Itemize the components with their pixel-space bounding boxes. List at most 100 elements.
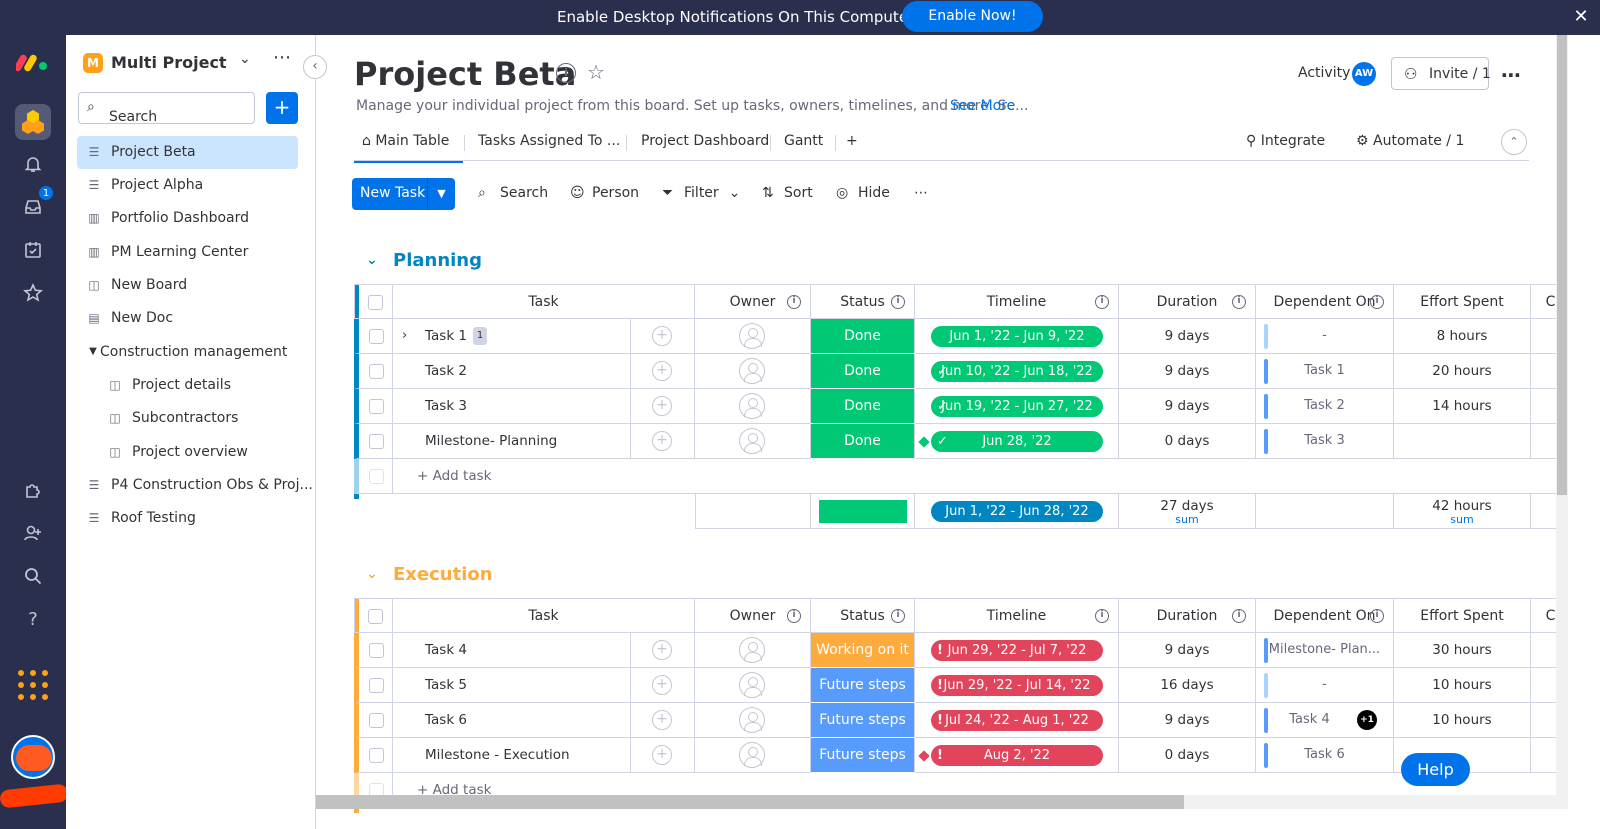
timeline-cell[interactable]: ! Jun 29, '22 - Jul 7, '22 <box>915 633 1119 668</box>
sidebar-item-pm-learning-center[interactable]: ▥ PM Learning Center <box>77 236 298 269</box>
enable-notifications-button[interactable]: Enable Now! <box>902 1 1043 32</box>
tab-gantt[interactable]: Gantt <box>784 133 823 149</box>
add-update-icon[interactable]: + <box>652 675 672 695</box>
see-more-link[interactable]: See More <box>950 98 1015 114</box>
dependent-cell[interactable]: - <box>1256 668 1394 703</box>
info-icon[interactable]: i <box>891 295 905 309</box>
timeline-pill[interactable]: ! Jun 29, '22 - Jul 14, '22 <box>931 675 1103 696</box>
sidebar-item-portfolio-dashboard[interactable]: ▥ Portfolio Dashboard <box>77 202 298 235</box>
effort-cell[interactable]: 10 hours <box>1394 668 1531 703</box>
table-row-task[interactable]: Task 6 <box>393 703 631 738</box>
timeline-pill[interactable]: ✓ Jun 19, '22 - Jun 27, '22 <box>931 396 1103 417</box>
filter-button[interactable]: ⏷ Filter ⌄ <box>662 185 740 201</box>
invite-members-icon[interactable] <box>18 518 48 548</box>
info-icon[interactable]: i <box>1232 295 1246 309</box>
sidebar-folder-construction[interactable]: ▼ Construction management <box>77 336 298 369</box>
timeline-pill[interactable]: ! Jun 29, '22 - Jul 7, '22 <box>931 640 1103 661</box>
column-header-dependent[interactable]: Dependent On i <box>1256 598 1394 633</box>
task-name[interactable]: Milestone- Planning <box>425 433 557 449</box>
timeline-cell[interactable]: Jun 1, '22 - Jun 9, '22 <box>915 319 1119 354</box>
tab-tasks-assigned[interactable]: Tasks Assigned To ... <box>478 133 620 149</box>
update-cell[interactable]: + <box>631 633 695 668</box>
column-header-timeline[interactable]: Timeline i <box>915 598 1119 633</box>
chevron-down-icon[interactable]: ⌄ <box>729 185 741 201</box>
owner-cell[interactable] <box>695 354 811 389</box>
dependent-value[interactable]: - <box>1322 328 1327 343</box>
status-cell[interactable]: Done <box>811 319 915 354</box>
task-name[interactable]: Milestone - Execution <box>425 747 570 763</box>
dependent-value[interactable]: Task 4 <box>1289 712 1329 727</box>
task-name[interactable]: Task 3 <box>425 398 467 414</box>
column-header-status[interactable]: Status i <box>811 284 915 319</box>
add-board-button[interactable]: + <box>266 92 298 124</box>
add-task-label[interactable]: + Add task <box>417 468 491 484</box>
sidebar-item-project-alpha[interactable]: ☰ Project Alpha <box>77 169 298 202</box>
row-checkbox[interactable] <box>369 399 384 414</box>
star-icon[interactable]: ☆ <box>587 60 605 84</box>
dependent-cell[interactable]: Task 3 <box>1256 424 1394 459</box>
effort-cell[interactable] <box>1394 424 1531 459</box>
tab-main-table[interactable]: ⌂ Main Table <box>353 133 464 163</box>
table-row-task[interactable]: Task 4 <box>393 633 631 668</box>
info-icon[interactable]: i <box>556 63 576 83</box>
person-filter-button[interactable]: ☺ Person <box>570 185 639 201</box>
chevron-down-icon[interactable]: ⌄ <box>366 252 378 268</box>
effort-cell[interactable]: 10 hours <box>1394 703 1531 738</box>
help-question-icon[interactable]: ? <box>18 604 48 634</box>
favorites-star-icon[interactable] <box>18 278 48 308</box>
column-header-effort[interactable]: Effort Spent <box>1394 284 1531 319</box>
info-icon[interactable]: i <box>1370 295 1384 309</box>
timeline-cell[interactable]: ! Aug 2, '22 <box>915 738 1119 773</box>
dependent-cell[interactable]: - <box>1256 319 1394 354</box>
info-icon[interactable]: i <box>1095 295 1109 309</box>
my-work-icon[interactable] <box>18 235 48 265</box>
timeline-cell[interactable]: ✓ Jun 10, '22 - Jun 18, '22 <box>915 354 1119 389</box>
add-update-icon[interactable]: + <box>652 640 672 660</box>
add-update-icon[interactable]: + <box>652 431 672 451</box>
column-header-task[interactable]: Task <box>393 284 695 319</box>
add-update-icon[interactable]: + <box>652 745 672 765</box>
avatar[interactable]: AW <box>1352 62 1376 86</box>
column-header-dependent[interactable]: Dependent On i <box>1256 284 1394 319</box>
dependent-value[interactable]: Task 2 <box>1304 398 1344 413</box>
dependent-value[interactable]: Task 1 <box>1304 363 1344 378</box>
sidebar-item-project-beta[interactable]: ☰ Project Beta <box>77 136 298 169</box>
status-cell[interactable]: Future steps <box>811 668 915 703</box>
info-icon[interactable]: i <box>1370 609 1384 623</box>
user-avatar[interactable] <box>11 735 55 779</box>
table-row-task[interactable]: Task 5 <box>393 668 631 703</box>
search-icon[interactable] <box>18 561 48 591</box>
expand-chevron-icon[interactable]: › <box>402 319 407 353</box>
column-header-duration[interactable]: Duration i <box>1119 284 1256 319</box>
column-header-timeline[interactable]: Timeline i <box>915 284 1119 319</box>
row-checkbox[interactable] <box>369 678 384 693</box>
chevron-down-icon[interactable]: ⌄ <box>239 51 251 67</box>
subitem-count-badge[interactable]: 1 <box>473 327 488 345</box>
column-header-task[interactable]: Task <box>393 598 695 633</box>
owner-cell[interactable] <box>695 668 811 703</box>
update-cell[interactable]: + <box>631 424 695 459</box>
update-cell[interactable]: + <box>631 738 695 773</box>
more-options-icon[interactable]: ⋯ <box>914 185 928 201</box>
status-cell[interactable]: Done <box>811 354 915 389</box>
owner-cell[interactable] <box>695 319 811 354</box>
add-update-icon[interactable]: + <box>652 361 672 381</box>
status-cell[interactable]: Working on it <box>811 633 915 668</box>
more-dependencies-badge[interactable]: +1 <box>1357 710 1377 730</box>
workspace-name[interactable]: Multi Project <box>111 53 227 72</box>
column-header-owner[interactable]: Owner i <box>695 598 811 633</box>
more-options-icon[interactable]: ⋯ <box>273 47 291 68</box>
row-checkbox[interactable] <box>369 434 384 449</box>
select-all-checkbox[interactable] <box>368 609 383 624</box>
column-header-owner[interactable]: Owner i <box>695 284 811 319</box>
timeline-cell[interactable]: ! Jul 24, '22 - Aug 1, '22 <box>915 703 1119 738</box>
info-icon[interactable]: i <box>787 609 801 623</box>
timeline-cell[interactable]: ! Jun 29, '22 - Jul 14, '22 <box>915 668 1119 703</box>
info-icon[interactable]: i <box>1232 609 1246 623</box>
info-icon[interactable]: i <box>787 295 801 309</box>
hide-button[interactable]: ◎ Hide <box>836 185 890 201</box>
update-cell[interactable]: + <box>631 668 695 703</box>
timeline-pill[interactable]: ✓ Jun 28, '22 <box>931 431 1103 452</box>
dependent-value[interactable]: Milestone- Plan... <box>1269 642 1380 657</box>
collapse-header-button[interactable]: ⌃ <box>1501 129 1527 155</box>
